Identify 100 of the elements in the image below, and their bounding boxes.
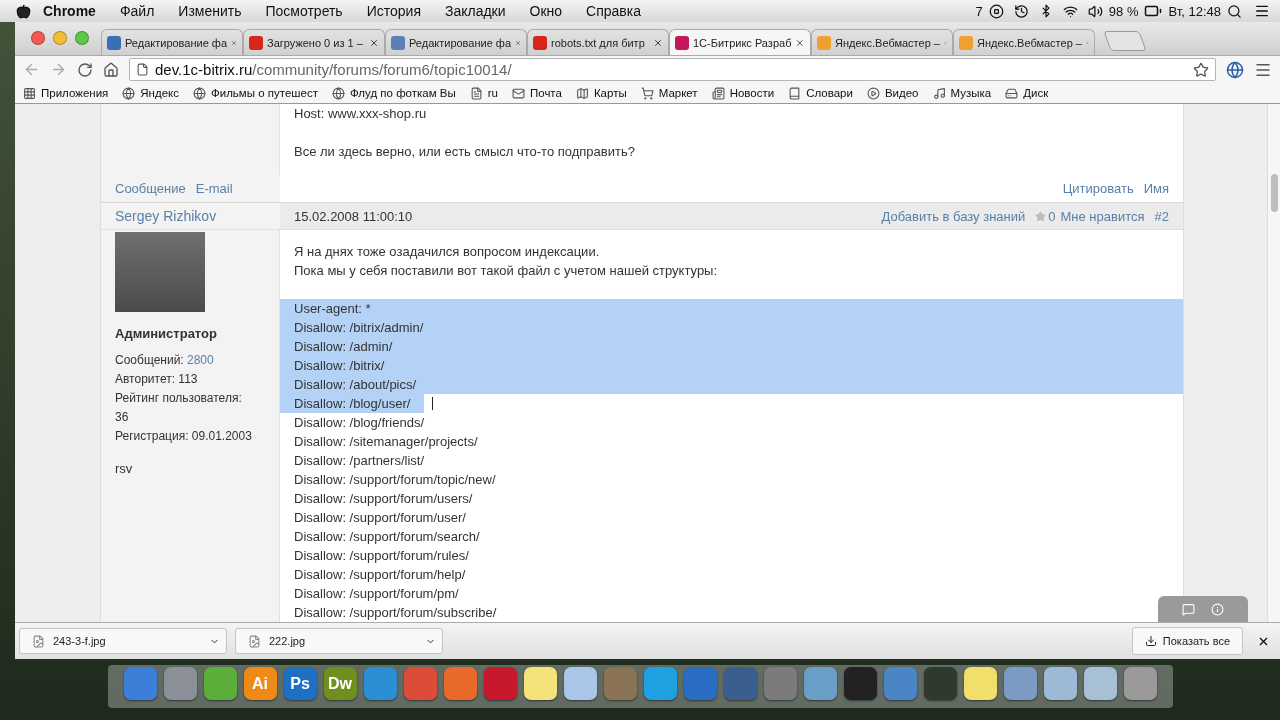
close-icon[interactable] [653,37,663,48]
wifi-icon[interactable] [1062,3,1078,19]
text-cursor-icon [432,397,434,410]
close-dot[interactable] [31,31,45,45]
battery-percent[interactable]: 98 % [1102,3,1145,19]
browser-tab[interactable]: Загружено 0 из 1 – [243,29,385,55]
like-link[interactable]: Мне нравится [1060,208,1145,224]
bookmark-item[interactable]: Новости [711,86,775,100]
menu-item[interactable]: Файл [107,3,167,19]
forward-icon[interactable] [50,61,67,78]
post-text: Пока мы у себя поставили вот такой файл с учетом нашей структуры: [294,262,719,280]
app-icon[interactable] [1043,667,1077,700]
app-icon[interactable] [1123,667,1157,700]
app-icon[interactable] [803,667,837,700]
bookmark-item[interactable]: Диск [1005,86,1049,100]
user-role: Администратор [115,326,218,341]
address-bar[interactable]: dev.1c-bitrix.ru/community/forums/forum6/topic10014/ [129,58,1216,81]
scrollbar-thumb[interactable] [1270,174,1278,212]
close-icon[interactable] [369,37,379,48]
bookmark-icon [122,86,136,100]
post-number-link[interactable]: #2 [1154,208,1169,224]
bookmark-item[interactable]: Флуд по фоткам Вы [331,86,456,100]
browser-tab[interactable]: Яндекс.Вебмастер – [811,29,953,55]
extension-icon[interactable] [1226,60,1244,79]
home-icon[interactable] [103,61,119,78]
favicon-icon [533,35,547,50]
clock-icon[interactable] [1013,3,1029,19]
user-stat: Сообщений: 2800 [115,352,215,369]
bookmark-item[interactable]: Словари [788,86,853,100]
menu-item[interactable]: Закладки [432,3,518,19]
browser-tab[interactable]: Редактирование фа [101,29,243,55]
knowledge-base-link[interactable]: Добавить в базу знаний [881,208,1026,224]
download-item[interactable]: 222.jpg [235,628,443,654]
browser-tab[interactable]: Яндекс.Вебмастер – [953,29,1095,55]
app-icon[interactable] [203,667,237,700]
code-line: Disallow: /blog/friends/ [293,414,426,432]
info-icon[interactable] [1211,602,1224,616]
app-icon[interactable] [643,667,677,700]
code-line: Disallow: /partners/list/ [293,452,426,470]
app-icon[interactable] [963,667,997,700]
code-line: Disallow: /support/forum/user/ [293,509,467,527]
bookmark-item[interactable]: Карты [575,86,627,100]
bookmark-item[interactable]: Видео [866,86,919,100]
browser-tab[interactable]: robots.txt для битр [527,29,669,55]
bookmark-item[interactable]: Фильмы о путешест [193,86,318,100]
app-icon[interactable] [843,667,877,700]
zoom-dot[interactable] [75,31,89,45]
search-icon[interactable] [1227,3,1242,19]
bookmark-icon [331,86,345,100]
user-stat: Регистрация: 09.01.2003 [115,428,253,445]
app-icon[interactable] [163,667,197,700]
message-icon[interactable] [1182,602,1195,616]
post-action-link[interactable]: Цитировать [1062,181,1134,197]
app-icon[interactable] [1083,667,1117,700]
favicon-icon [675,35,689,50]
bookmark-icon [511,86,525,100]
minimize-dot[interactable] [53,31,67,45]
code-line: Disallow: /sitemanager/projects/ [293,433,479,451]
menu-icon[interactable] [1254,3,1270,19]
bookmark-item[interactable]: ru [469,86,498,100]
bookmark-item[interactable]: Музыка [932,86,992,100]
download-item[interactable]: 243-3-f.jpg [19,628,227,654]
author-link[interactable]: E-mail [195,181,233,197]
menu-item[interactable]: Посмотреть [253,3,355,19]
reload-icon[interactable] [77,61,93,78]
menu-item[interactable]: Окно [517,3,575,19]
menu-item[interactable]: Справка [574,3,654,19]
app-icon[interactable] [443,667,477,700]
back-icon[interactable] [23,61,40,78]
bookmark-item[interactable]: Почта [511,86,562,100]
clock[interactable]: Вт, 12:48 [1162,3,1227,19]
app-icon[interactable]: Ps [283,667,317,700]
app-icon[interactable]: Dw [323,667,357,700]
bookmark-item[interactable]: Маркет [640,86,698,100]
app-menu[interactable]: Chrome [31,3,108,19]
code-line: Disallow: /support/forum/users/ [293,490,474,508]
author-link[interactable]: Сообщение [115,181,186,197]
volume-icon[interactable] [1087,3,1103,19]
browser-tab[interactable]: 1С-Битрикс Разраб [669,29,811,55]
favicon-icon [249,35,263,50]
menu-item[interactable]: История [354,3,433,19]
post-text: Host: www.xxx-shop.ru [294,105,428,123]
status-count[interactable]: 7 [969,3,989,19]
bookmark-item[interactable]: Яндекс [122,86,179,100]
stop-icon[interactable] [988,3,1004,19]
app-icon[interactable] [523,667,557,700]
bookmark-item[interactable]: Приложения [23,86,109,100]
code-line: Disallow: /support/forum/subscribe/ [293,604,498,622]
like-count: 0 [1048,208,1056,224]
star-icon[interactable] [1193,61,1209,78]
app-icon[interactable] [1003,667,1037,700]
menu-item[interactable]: Изменить [166,3,254,19]
bookmark-icon [640,86,654,100]
app-icon[interactable] [563,667,597,700]
apple-icon[interactable] [16,3,31,19]
browser-tab[interactable]: Редактирование фа [385,29,527,55]
new-tab-button[interactable] [1103,31,1147,51]
post-text: Все ли здесь верно, или есть смысл что-то подправить? [294,143,636,161]
show-all-button[interactable]: Показать все [1131,627,1243,655]
post-action-link[interactable]: Имя [1143,181,1169,197]
